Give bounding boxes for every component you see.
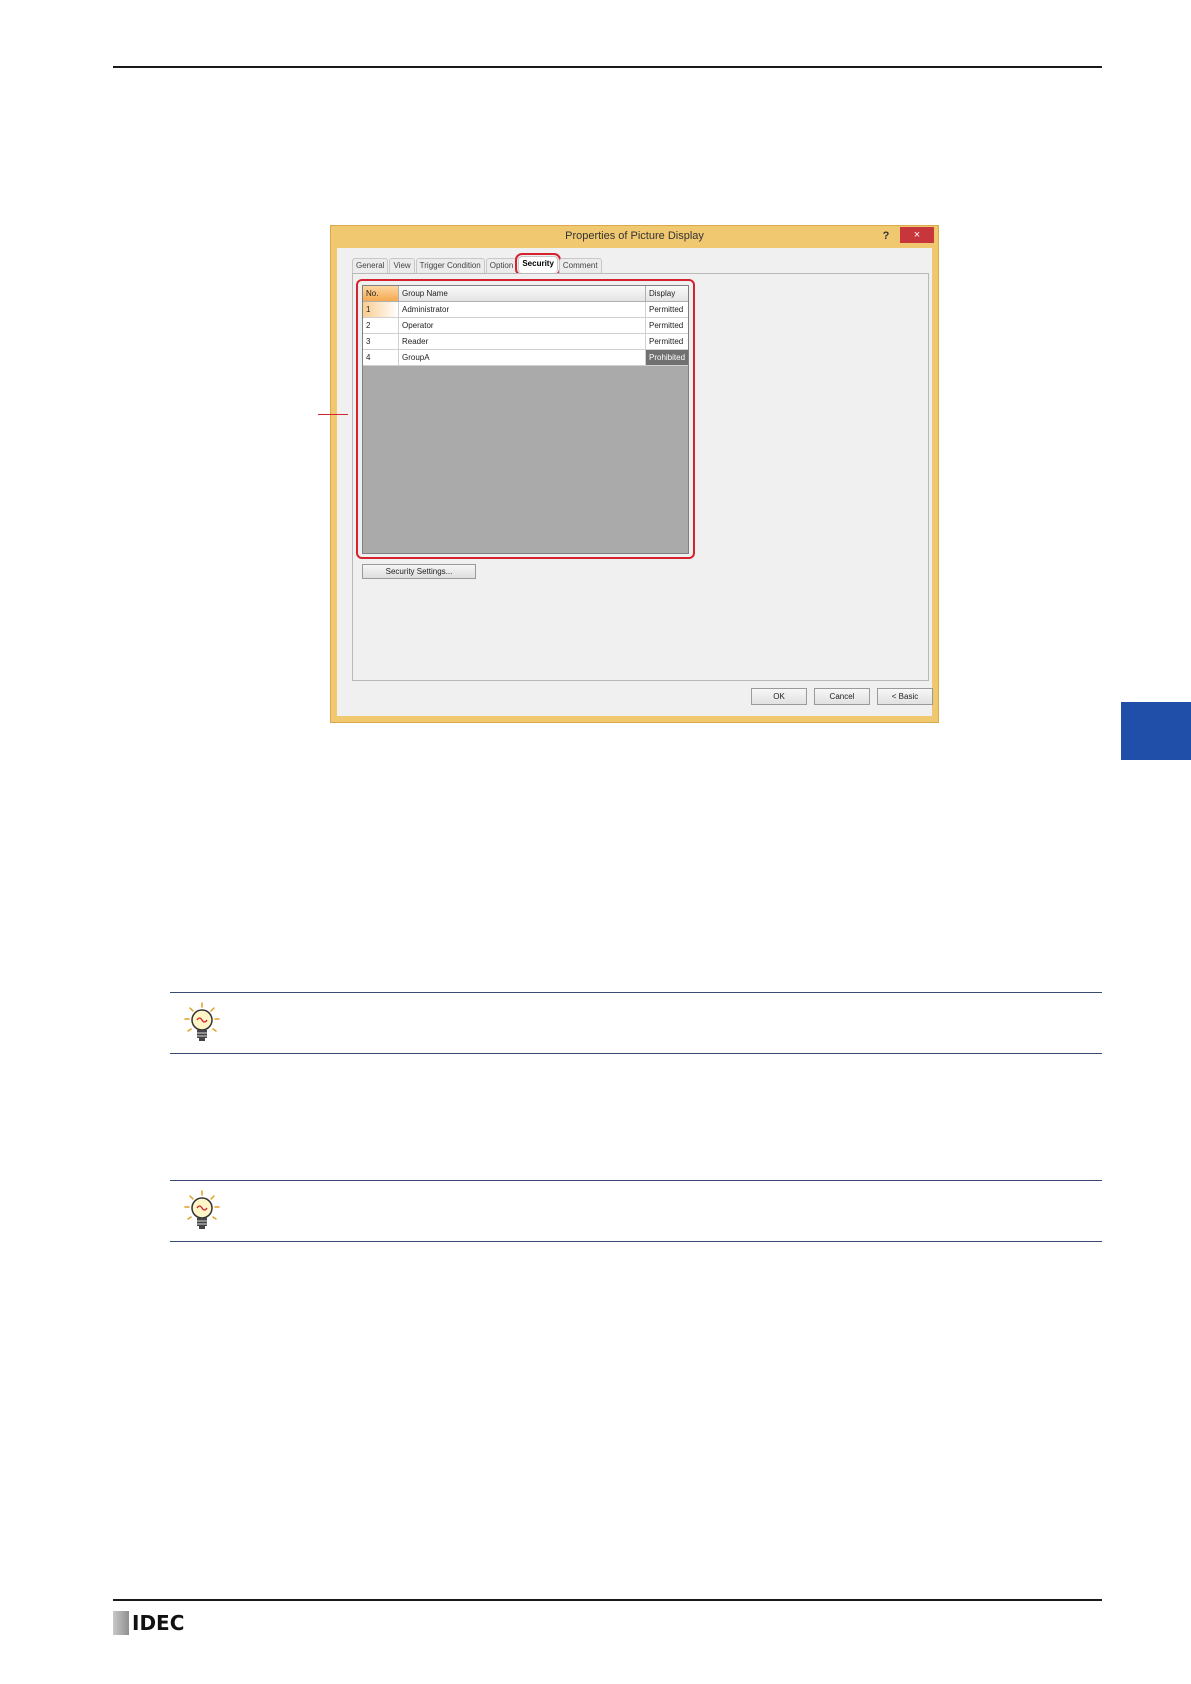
tip-box — [170, 1180, 1102, 1242]
title-bar[interactable]: Properties of Picture Display ? × — [331, 226, 938, 248]
display-cell[interactable]: Permitted — [646, 302, 688, 318]
table-row[interactable]: 4 GroupA Prohibited — [363, 350, 688, 366]
table-row[interactable]: 1 Administrator Permitted — [363, 302, 688, 318]
group-name-cell: GroupA — [399, 350, 646, 366]
tab-trigger-condition[interactable]: Trigger Condition — [415, 258, 485, 273]
logo-text: IDEC — [132, 1611, 185, 1635]
security-tab-panel: No. Group Name Display 1 Administrator P… — [352, 273, 929, 681]
logo-mark — [113, 1611, 129, 1635]
chapter-side-tab — [1121, 702, 1191, 760]
display-cell[interactable]: Permitted — [646, 318, 688, 334]
dialog-title: Properties of Picture Display — [565, 230, 704, 242]
group-name-cell: Reader — [399, 334, 646, 350]
column-header-display[interactable]: Display — [646, 286, 688, 302]
dialog-client-area: General View Trigger Condition Option Se… — [337, 248, 933, 716]
idec-logo: IDEC — [113, 1611, 184, 1635]
close-button[interactable]: × — [900, 227, 934, 243]
properties-dialog: Properties of Picture Display ? × Genera… — [330, 225, 939, 723]
basic-button[interactable]: < Basic — [877, 688, 933, 705]
tip-box — [170, 992, 1102, 1054]
security-settings-button[interactable]: Security Settings... — [362, 564, 476, 579]
column-header-no[interactable]: No. — [363, 286, 399, 302]
top-rule — [113, 66, 1102, 68]
row-number: 2 — [363, 318, 399, 334]
table-row[interactable]: 3 Reader Permitted — [363, 334, 688, 350]
ok-button[interactable]: OK — [751, 688, 807, 705]
tab-strip: General View Trigger Condition Option Se… — [352, 253, 603, 276]
lightbulb-icon — [184, 1190, 220, 1229]
display-cell[interactable]: Permitted — [646, 334, 688, 350]
row-number: 4 — [363, 350, 399, 366]
tab-security[interactable]: Security — [515, 253, 561, 276]
row-number: 3 — [363, 334, 399, 350]
bottom-rule — [113, 1599, 1102, 1601]
row-number: 1 — [363, 302, 399, 318]
help-button[interactable]: ? — [878, 228, 894, 244]
lightbulb-icon — [184, 1002, 220, 1041]
security-group-grid[interactable]: No. Group Name Display 1 Administrator P… — [362, 285, 689, 554]
tab-view[interactable]: View — [389, 258, 415, 273]
cancel-button[interactable]: Cancel — [814, 688, 870, 705]
group-name-cell: Operator — [399, 318, 646, 334]
callout-line — [318, 414, 348, 415]
tab-comment[interactable]: Comment — [558, 258, 602, 273]
group-name-cell: Administrator — [399, 302, 646, 318]
grid-header-row: No. Group Name Display — [363, 286, 688, 302]
display-cell[interactable]: Prohibited — [646, 350, 688, 366]
tab-general[interactable]: General — [352, 258, 389, 273]
tab-option[interactable]: Option — [485, 258, 518, 273]
table-row[interactable]: 2 Operator Permitted — [363, 318, 688, 334]
column-header-group-name[interactable]: Group Name — [399, 286, 646, 302]
